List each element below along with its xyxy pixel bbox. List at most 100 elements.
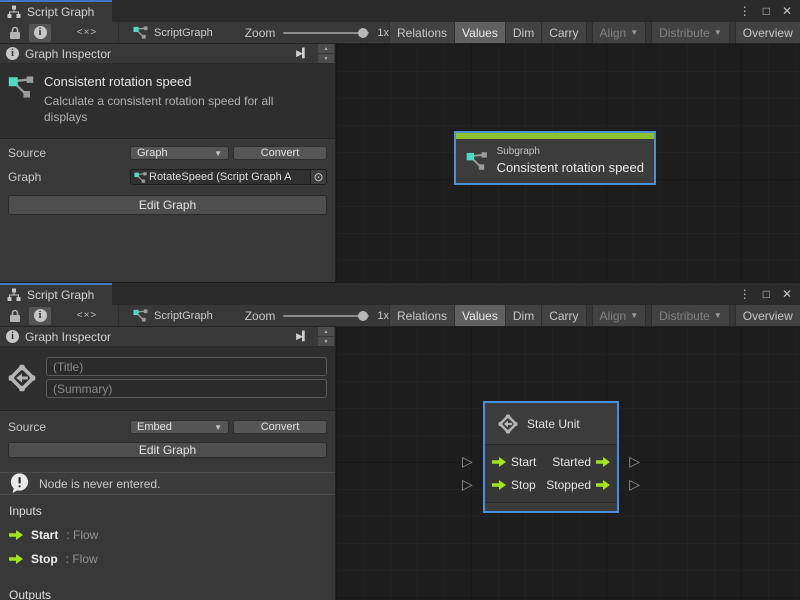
state-unit-icon [498, 414, 518, 434]
chevron-down-icon: ▼ [630, 311, 638, 320]
lock-button[interactable] [4, 24, 26, 42]
graph-canvas[interactable]: Subgraph Consistent rotation speed [336, 44, 800, 282]
code-view-button[interactable]: <×> [76, 24, 98, 42]
dock-panel-icon[interactable]: ▶▍ [292, 46, 312, 61]
relations-button[interactable]: Relations [389, 305, 454, 326]
scroll-up-icon[interactable]: ▲ [318, 44, 334, 53]
maximize-icon[interactable]: □ [763, 5, 770, 17]
code-icon: <×> [77, 27, 98, 38]
script-graph-icon [8, 74, 34, 100]
menu-icon[interactable]: ⋮ [739, 288, 751, 300]
graph-window-icon [7, 288, 21, 302]
tab-label: Script Graph [27, 5, 94, 19]
convert-button[interactable]: Convert [233, 146, 327, 160]
distribute-dropdown[interactable]: Distribute▼ [651, 22, 730, 43]
script-graph-icon [133, 25, 148, 40]
align-dropdown[interactable]: Align▼ [592, 305, 647, 326]
graph-toolbar: i <×> ScriptGraph Zoom 1x Relations Valu… [0, 22, 800, 44]
dim-button[interactable]: Dim [505, 305, 541, 326]
overview-button[interactable]: Overview [735, 22, 800, 43]
inspector-title: Graph Inspector [25, 330, 111, 344]
graph-field-label: Graph [8, 170, 130, 184]
node-kind-label: Subgraph [497, 146, 644, 157]
zoom-slider[interactable] [283, 32, 369, 34]
code-icon: <×> [77, 310, 98, 321]
flow-arrow-icon [9, 530, 23, 540]
scroll-down-icon[interactable]: ▼ [318, 54, 334, 63]
tab-script-graph[interactable]: Script Graph [0, 283, 112, 305]
menu-icon[interactable]: ⋮ [739, 5, 751, 17]
breadcrumb[interactable]: ScriptGraph [118, 305, 223, 326]
zoom-label: Zoom [245, 309, 276, 323]
tab-script-graph[interactable]: Script Graph [0, 0, 112, 22]
port-triangle-icon[interactable]: ▷ [629, 454, 640, 468]
maximize-icon[interactable]: □ [763, 288, 770, 300]
breadcrumb-label: ScriptGraph [154, 27, 213, 39]
node-port-row-start: Start Started [492, 450, 610, 473]
overview-button[interactable]: Overview [735, 305, 800, 326]
outputs-section: Outputs [0, 579, 335, 600]
source-label: Source [8, 146, 130, 160]
warning-box: Node is never entered. [0, 472, 335, 495]
state-unit-node[interactable]: ▷ ▷ ▷ ▷ State Unit Start Started [483, 401, 619, 513]
lock-button[interactable] [4, 307, 26, 325]
close-icon[interactable]: ✕ [782, 5, 792, 17]
graph-summary-block: Consistent rotation speed Calculate a co… [0, 64, 335, 139]
state-unit-icon [8, 364, 36, 392]
code-view-button[interactable]: <×> [76, 307, 98, 325]
toolbar-icon-group: i <×> [0, 22, 118, 43]
subgraph-node[interactable]: Subgraph Consistent rotation speed [454, 131, 656, 185]
node-title-label: State Unit [527, 417, 580, 431]
breadcrumb[interactable]: ScriptGraph [118, 22, 223, 43]
toolbar-icon-group: i <×> [0, 305, 118, 326]
warning-text: Node is never entered. [39, 477, 160, 491]
source-row: Source Graph ▼ Convert [8, 144, 327, 163]
values-button[interactable]: Values [454, 305, 505, 326]
inspector-header: i Graph Inspector ▶▍ ▲ ▼ [0, 44, 335, 64]
flow-arrow-icon[interactable] [596, 480, 610, 490]
edit-graph-button[interactable]: Edit Graph [8, 195, 327, 215]
toolbar-buttons: Relations Values Dim Carry Align▼ Distri… [389, 22, 800, 43]
inspector-toggle-button[interactable]: i [29, 307, 51, 325]
state-unit-node-header: State Unit [485, 403, 617, 445]
script-graph-window-top: Script Graph ⋮ □ ✕ i <×> ScriptGraph Zoo… [0, 0, 800, 283]
flow-arrow-icon[interactable] [492, 457, 506, 467]
distribute-dropdown[interactable]: Distribute▼ [651, 305, 730, 326]
port-triangle-icon[interactable]: ▷ [629, 477, 640, 491]
zoom-slider-knob[interactable] [358, 28, 368, 38]
title-input[interactable] [46, 357, 327, 376]
flow-arrow-icon[interactable] [492, 480, 506, 490]
scroll-up-icon[interactable]: ▲ [318, 327, 334, 336]
zoom-slider[interactable] [283, 315, 369, 317]
values-button[interactable]: Values [454, 22, 505, 43]
convert-button[interactable]: Convert [233, 420, 327, 434]
inspector-header: i Graph Inspector ▶▍ ▲ ▼ [0, 327, 335, 347]
dock-panel-icon[interactable]: ▶▍ [292, 329, 312, 344]
close-icon[interactable]: ✕ [782, 288, 792, 300]
graph-description: Calculate a consistent rotation speed fo… [44, 94, 312, 126]
tab-bar: Script Graph ⋮ □ ✕ [0, 283, 800, 305]
tab-label: Script Graph [27, 288, 94, 302]
script-graph-icon [134, 171, 147, 184]
carry-button[interactable]: Carry [541, 305, 586, 326]
edit-graph-button[interactable]: Edit Graph [8, 442, 327, 458]
port-triangle-icon[interactable]: ▷ [462, 454, 473, 468]
zoom-slider-knob[interactable] [358, 311, 368, 321]
port-triangle-icon[interactable]: ▷ [462, 477, 473, 491]
object-picker-icon[interactable]: ⊙ [310, 170, 326, 184]
zoom-label: Zoom [245, 26, 276, 40]
scroll-down-icon[interactable]: ▼ [318, 337, 334, 346]
dim-button[interactable]: Dim [505, 22, 541, 43]
inspector-toggle-button[interactable]: i [29, 24, 51, 42]
align-dropdown[interactable]: Align▼ [592, 22, 647, 43]
summary-input[interactable] [46, 379, 327, 398]
graph-canvas[interactable]: ▷ ▷ ▷ ▷ State Unit Start Started [336, 327, 800, 600]
chevron-down-icon: ▼ [630, 28, 638, 37]
info-icon: i [34, 309, 47, 322]
graph-object-field[interactable]: RotateSpeed (Script Graph A ⊙ [130, 169, 327, 185]
source-dropdown[interactable]: Embed ▼ [130, 420, 229, 434]
carry-button[interactable]: Carry [541, 22, 586, 43]
flow-arrow-icon[interactable] [596, 457, 610, 467]
relations-button[interactable]: Relations [389, 22, 454, 43]
source-dropdown[interactable]: Graph ▼ [130, 146, 229, 160]
